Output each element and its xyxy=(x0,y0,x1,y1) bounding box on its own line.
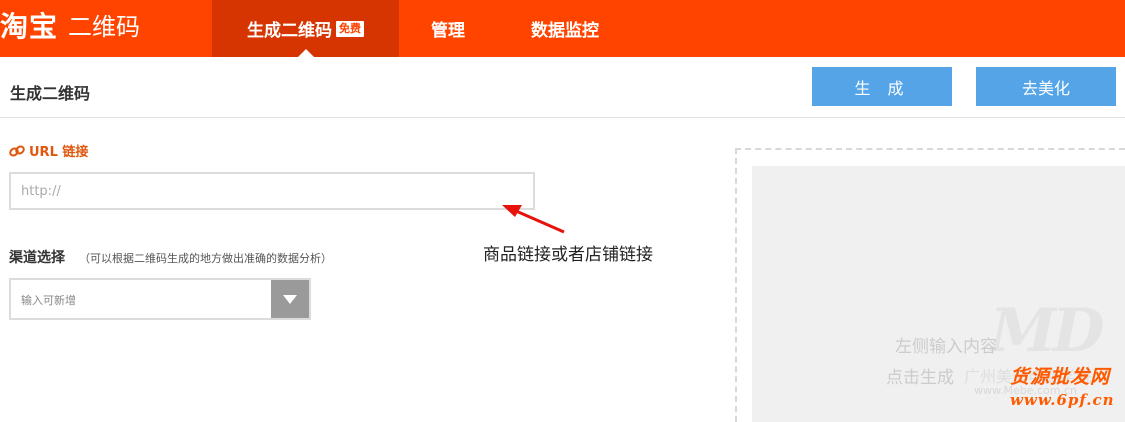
url-label-text: URL 链接 xyxy=(29,145,89,160)
free-badge: 免费 xyxy=(336,20,364,37)
channel-hint: （可以根据二维码生成的地方做出准确的数据分析） xyxy=(79,252,332,265)
channel-label-row: 渠道选择 （可以根据二维码生成的地方做出准确的数据分析） xyxy=(9,247,332,267)
active-tab-caret xyxy=(297,49,314,57)
logo-main-text: 淘宝 xyxy=(0,10,59,43)
dropdown-toggle[interactable] xyxy=(271,280,309,318)
red-arrow-icon xyxy=(502,205,565,234)
url-label: URL 链接 xyxy=(9,141,88,160)
preview-hint-line1: 左侧输入内容 xyxy=(895,337,997,357)
channel-label: 渠道选择 xyxy=(9,250,65,266)
beautify-button[interactable]: 去美化 xyxy=(976,67,1116,106)
url-annotation-text: 商品链接或者店铺链接 xyxy=(483,245,653,265)
generate-button[interactable]: 生 成 xyxy=(812,67,952,106)
tab-manage-label: 管理 xyxy=(431,21,465,41)
channel-select-placeholder: 输入可新增 xyxy=(21,294,76,307)
link-icon xyxy=(9,145,25,156)
tab-data-monitor[interactable]: 数据监控 xyxy=(512,0,618,57)
taobao-logo[interactable]: 淘宝 二维码 xyxy=(0,7,140,47)
watermark-logo: MD xyxy=(990,296,1104,366)
tab-generate-label: 生成二维码 xyxy=(247,21,332,41)
top-navigation-bar: 淘宝 二维码 生成二维码 免费 管理 数据监控 xyxy=(0,0,1125,57)
watermark-red-text: 货源批发网 xyxy=(1010,366,1111,388)
watermark-red-url: www.6pf.cn xyxy=(1010,391,1115,409)
chevron-down-icon xyxy=(283,294,297,304)
tab-manage[interactable]: 管理 xyxy=(410,0,486,57)
qrcode-preview-panel: MD 左侧输入内容 点击生成 广州美迪电商学院 www.Mebe.com.cn … xyxy=(752,166,1125,422)
tab-data-monitor-label: 数据监控 xyxy=(531,21,599,41)
channel-select[interactable]: 输入可新增 xyxy=(9,278,311,320)
logo-sub-text: 二维码 xyxy=(68,13,141,41)
url-input[interactable] xyxy=(9,172,535,210)
preview-hint-line2: 点击生成 xyxy=(886,368,954,388)
header-divider xyxy=(0,117,1125,118)
tab-generate-qrcode[interactable]: 生成二维码 免费 xyxy=(212,0,399,57)
page-title: 生成二维码 xyxy=(10,84,91,103)
